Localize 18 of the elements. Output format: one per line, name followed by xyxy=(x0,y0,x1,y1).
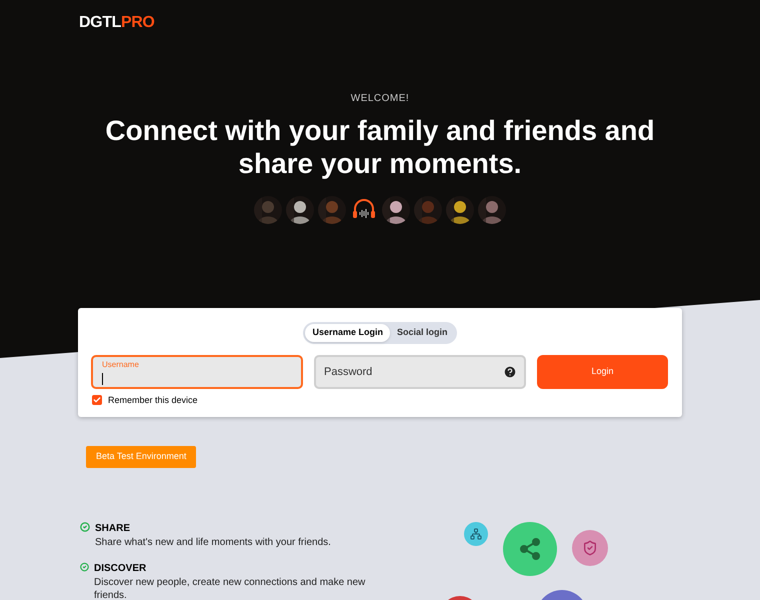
shield-icon xyxy=(572,530,608,566)
headline: Connect with your family and friends and share your moments. xyxy=(104,114,656,180)
network-icon xyxy=(464,522,488,546)
remember-label: Remember this device xyxy=(108,394,198,406)
login-tab[interactable]: Username Login xyxy=(305,324,390,342)
login-tab[interactable]: Social login xyxy=(390,324,455,342)
share-icon xyxy=(503,522,557,576)
feature-text: Discover new people, create new connections and make new friends. xyxy=(94,576,366,600)
feature-text: Share what's new and life moments with your friends. xyxy=(95,536,331,548)
check-icon xyxy=(80,522,90,532)
feature-title: DISCOVER xyxy=(94,562,148,576)
remember-checkbox[interactable] xyxy=(92,395,102,406)
logo: DGTLPRO xyxy=(79,13,154,33)
password-field[interactable]: Password xyxy=(314,354,526,388)
beta-badge: Beta Test Environment xyxy=(86,446,196,468)
welcome-label: WELCOME! xyxy=(350,92,410,106)
feature-title: SHARE xyxy=(95,522,132,536)
check-icon xyxy=(80,562,89,572)
